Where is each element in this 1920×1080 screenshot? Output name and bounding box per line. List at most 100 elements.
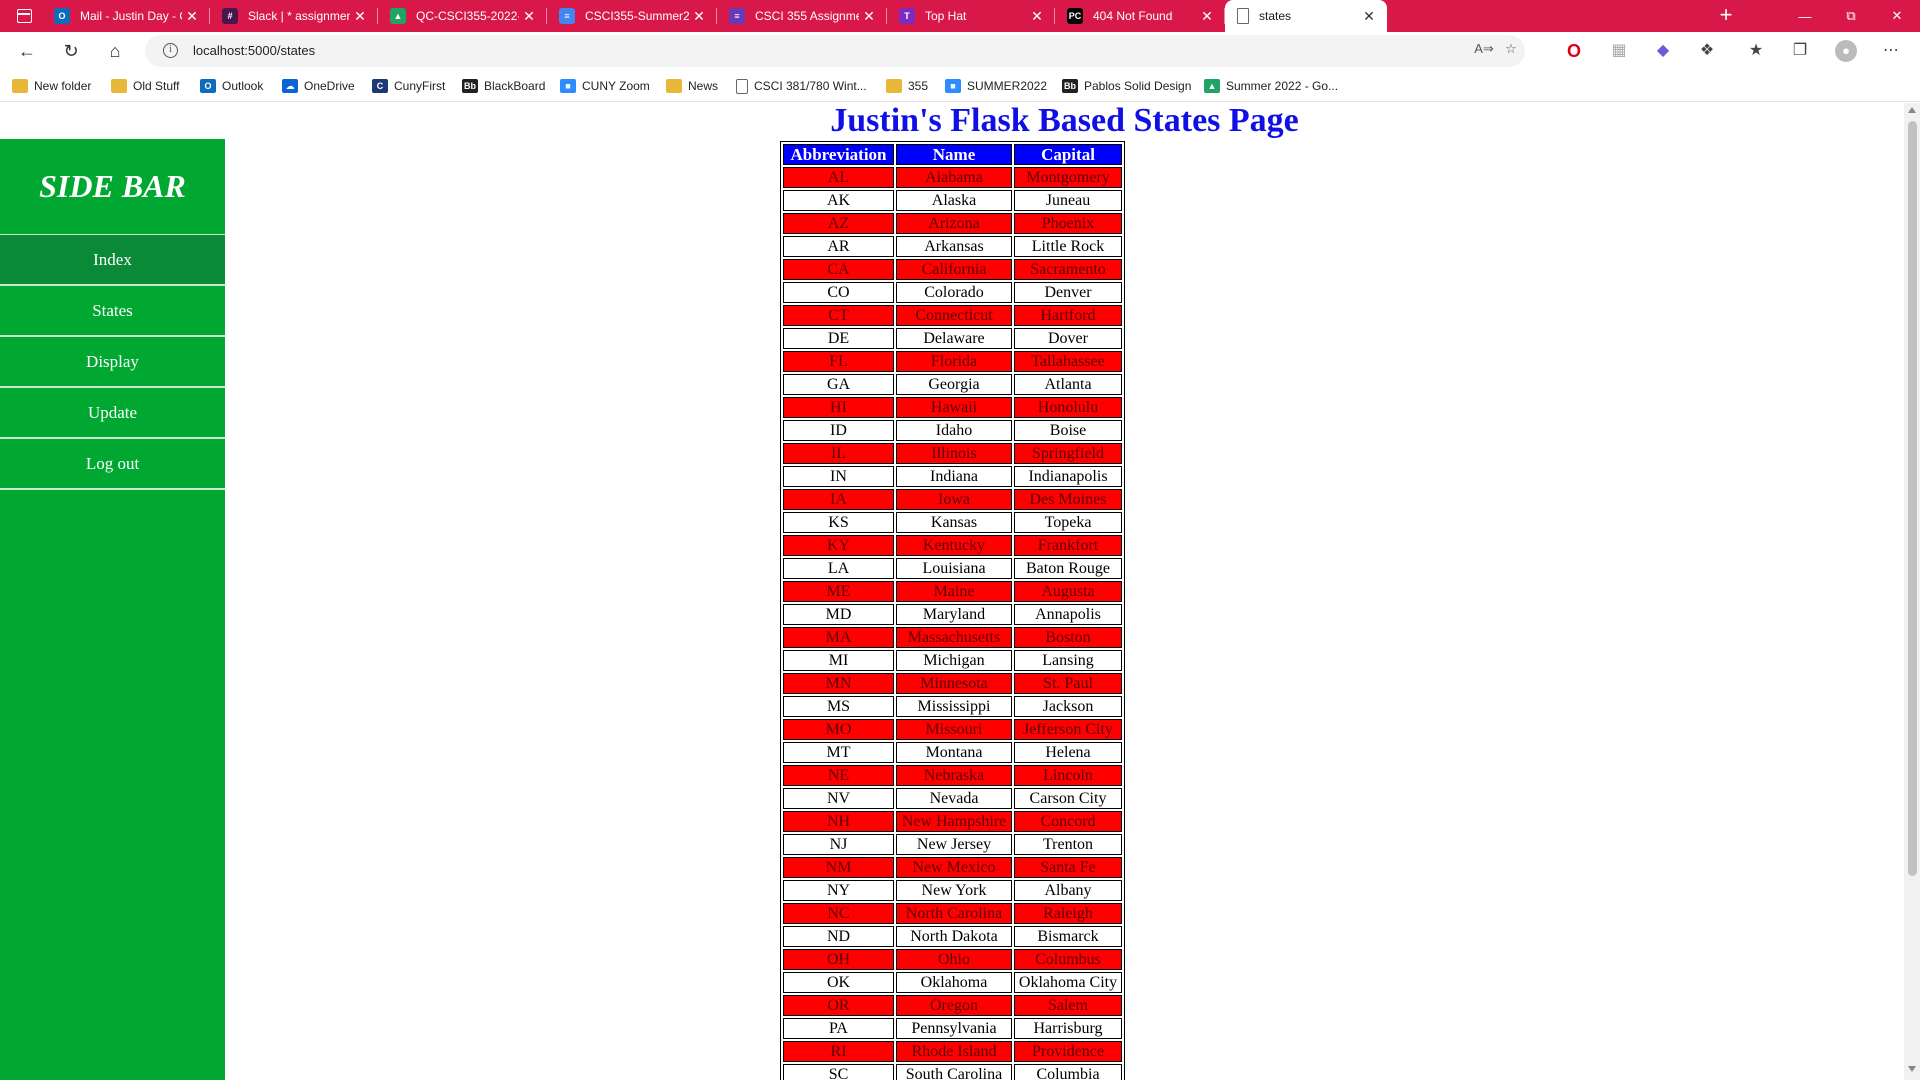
close-tab-icon[interactable]: ✕ xyxy=(1197,8,1217,25)
extensions-icon[interactable]: ❖ xyxy=(1696,40,1718,62)
refresh-icon[interactable]: ↻ xyxy=(56,37,86,65)
browser-tab[interactable]: # Slack | * assignments | csci✕ xyxy=(210,0,378,32)
profile-avatar[interactable]: ● xyxy=(1835,40,1857,62)
close-tab-icon[interactable]: ✕ xyxy=(1027,8,1047,25)
scroll-down-icon[interactable] xyxy=(1908,1066,1916,1072)
browser-tab[interactable]: ▲ QC-CSCI355-2022-Summe✕ xyxy=(378,0,547,32)
bookmark-item[interactable]: Bb Pablos Solid Design xyxy=(1062,70,1191,102)
page-scrollbar[interactable] xyxy=(1904,103,1920,1080)
cell-capital: Boston xyxy=(1014,627,1122,648)
extension-icon[interactable]: ▦ xyxy=(1608,40,1630,62)
cell-abbreviation: HI xyxy=(783,397,894,418)
url-text[interactable]: localhost:5000/states xyxy=(193,43,315,58)
sidebar-link-index[interactable]: Index xyxy=(0,235,225,286)
table-row: CA California Sacramento xyxy=(783,259,1122,280)
cell-abbreviation: GA xyxy=(783,374,894,395)
cell-abbreviation: KS xyxy=(783,512,894,533)
bookmark-label: Summer 2022 - Go... xyxy=(1226,79,1339,93)
page-title: Justin's Flask Based States Page xyxy=(830,103,1299,139)
close-tab-icon[interactable]: ✕ xyxy=(182,8,202,25)
cell-abbreviation: DE xyxy=(783,328,894,349)
sidebar-link-display[interactable]: Display xyxy=(0,337,225,388)
tab-title: states xyxy=(1259,9,1292,23)
tab-strip: OMail - Justin Day - Outlook✕#Slack | * … xyxy=(0,0,1920,32)
bookmark-item[interactable]: News xyxy=(666,70,718,102)
read-aloud-icon[interactable]: A⇒ xyxy=(1473,41,1495,61)
close-window-button[interactable]: ✕ xyxy=(1874,0,1920,32)
cell-abbreviation: PA xyxy=(783,1018,894,1039)
favorites-icon[interactable]: ★ xyxy=(1745,40,1767,62)
close-tab-icon[interactable]: ✕ xyxy=(350,8,370,25)
bookmark-item[interactable]: ▲ Summer 2022 - Go... xyxy=(1204,70,1338,102)
minimize-button[interactable]: — xyxy=(1782,0,1828,32)
scrollbar-thumb[interactable] xyxy=(1908,121,1917,876)
back-icon[interactable]: ← xyxy=(12,37,42,65)
bookmark-label: OneDrive xyxy=(304,79,355,93)
cell-capital: Tallahassee xyxy=(1014,351,1122,372)
scroll-up-icon[interactable] xyxy=(1908,107,1916,113)
browser-tab[interactable]: O Mail - Justin Day - Outlook✕ xyxy=(42,0,210,32)
bookmark-item[interactable]: 355 xyxy=(886,70,928,102)
browser-tab[interactable]: states ✕ xyxy=(1225,0,1387,32)
bookmark-item[interactable]: O Outlook xyxy=(200,70,263,102)
close-tab-icon[interactable]: ✕ xyxy=(519,8,539,25)
bookmark-item[interactable]: ■ CUNY Zoom xyxy=(560,70,650,102)
sidebar-link-states[interactable]: States xyxy=(0,286,225,337)
cell-capital: Trenton xyxy=(1014,834,1122,855)
cell-capital: Hartford xyxy=(1014,305,1122,326)
cell-abbreviation: CT xyxy=(783,305,894,326)
browser-tab[interactable]: PC 404 Not Found ✕ xyxy=(1055,0,1225,32)
sidebar-link-log-out[interactable]: Log out xyxy=(0,439,225,490)
cell-name: Michigan xyxy=(896,650,1012,671)
add-favorite-icon[interactable]: ☆ xyxy=(1500,41,1522,61)
table-row: KS Kansas Topeka xyxy=(783,512,1122,533)
bookmark-item[interactable]: New folder xyxy=(12,70,91,102)
cell-name: Mississippi xyxy=(896,696,1012,717)
cell-abbreviation: NE xyxy=(783,765,894,786)
close-tab-icon[interactable]: ✕ xyxy=(859,8,879,25)
cell-abbreviation: MS xyxy=(783,696,894,717)
bookmark-label: Outlook xyxy=(222,79,264,93)
collections-icon[interactable]: ❐ xyxy=(1789,40,1811,62)
page-icon xyxy=(1237,8,1249,24)
cell-capital: Columbus xyxy=(1014,949,1122,970)
tab-actions-menu-icon[interactable] xyxy=(10,6,38,26)
bookmark-label: News xyxy=(688,79,719,93)
close-tab-icon[interactable]: ✕ xyxy=(1359,8,1379,25)
cell-abbreviation: LA xyxy=(783,558,894,579)
bookmark-item[interactable]: CSCI 381/780 Wint... xyxy=(736,70,867,102)
site-info-icon[interactable]: i xyxy=(163,43,178,58)
folder-icon xyxy=(12,79,28,93)
browser-tab[interactable]: T Top Hat ✕ xyxy=(887,0,1055,32)
cell-capital: Juneau xyxy=(1014,190,1122,211)
teams-extension-icon[interactable]: ◆ xyxy=(1652,40,1674,62)
opera-extension-icon[interactable]: O xyxy=(1563,40,1585,62)
new-tab-button[interactable]: + xyxy=(1713,4,1739,28)
cell-capital: Atlanta xyxy=(1014,374,1122,395)
cell-abbreviation: NH xyxy=(783,811,894,832)
bookmarks-bar: New folder Old Stuff O Outlook ☁ OneDrive C Cun… xyxy=(0,70,1920,102)
cell-abbreviation: SC xyxy=(783,1064,894,1080)
blackboard-icon: Bb xyxy=(462,79,478,93)
bookmark-item[interactable]: ☁ OneDrive xyxy=(282,70,355,102)
restore-button[interactable]: ⧉ xyxy=(1828,0,1874,32)
cell-name: North Carolina xyxy=(896,903,1012,924)
table-row: OK Oklahoma Oklahoma City xyxy=(783,972,1122,993)
bookmark-item[interactable]: Bb BlackBoard xyxy=(462,70,545,102)
bookmark-label: Old Stuff xyxy=(133,79,180,93)
bookmark-item[interactable]: C CunyFirst xyxy=(372,70,445,102)
cell-capital: Annapolis xyxy=(1014,604,1122,625)
cell-capital: Harrisburg xyxy=(1014,1018,1122,1039)
browser-tab[interactable]: ≡ CSCI355-Summer2022-Ans✕ xyxy=(547,0,717,32)
google-docs-icon: ≡ xyxy=(559,8,575,24)
close-tab-icon[interactable]: ✕ xyxy=(689,8,709,25)
browser-tab[interactable]: ≡ CSCI 355 Assignment 7 Su✕ xyxy=(717,0,887,32)
url-field[interactable]: i localhost:5000/states A⇒ ☆ xyxy=(145,35,1525,67)
sidebar-link-update[interactable]: Update xyxy=(0,388,225,439)
bookmark-item[interactable]: ■ SUMMER2022 xyxy=(945,70,1047,102)
bookmark-item[interactable]: Old Stuff xyxy=(111,70,179,102)
bookmark-label: CSCI 381/780 Wint... xyxy=(754,79,867,93)
more-menu-icon[interactable]: ⋯ xyxy=(1880,40,1902,62)
cell-name: Indiana xyxy=(896,466,1012,487)
home-icon[interactable]: ⌂ xyxy=(100,37,130,65)
